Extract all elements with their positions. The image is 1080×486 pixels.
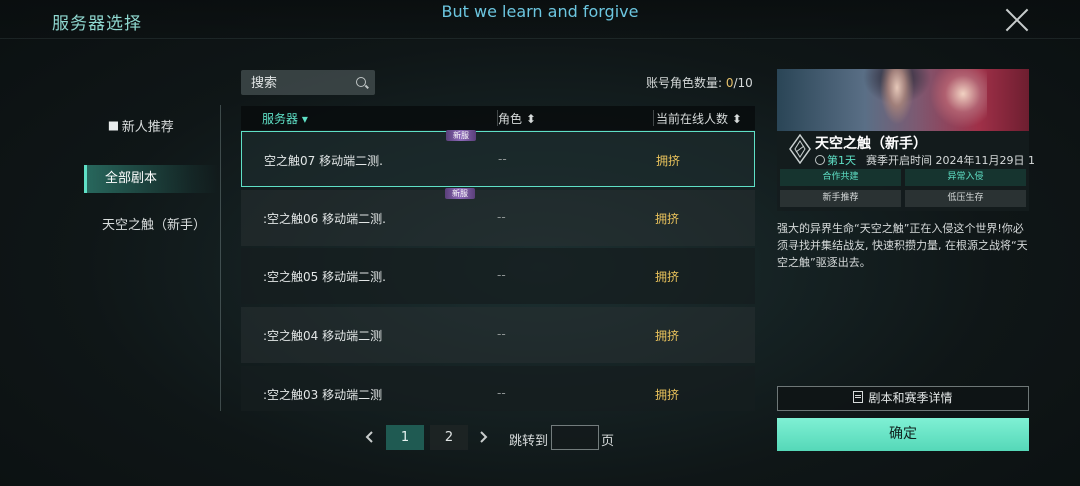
nav-item-new-player[interactable]: ⯀ 新人推荐 — [84, 114, 218, 142]
script-detail-button[interactable]: 剧本和赛季详情 — [777, 386, 1029, 411]
new-server-badge: 新服 — [446, 130, 476, 141]
nav-item-all-scripts[interactable]: 全部剧本 — [84, 165, 218, 193]
prev-page-icon[interactable] — [363, 430, 377, 444]
document-icon — [853, 391, 864, 403]
sort-icon: ⬍ — [731, 112, 742, 126]
banner-figure — [877, 69, 917, 131]
script-detail-label: 剧本和赛季详情 — [868, 391, 953, 405]
server-name: :空之触03 移动端二测 — [263, 388, 383, 402]
server-name: 空之触07 移动端二测. — [264, 154, 383, 168]
page-subtitle: But we learn and forgive — [441, 2, 639, 21]
role-value: -- — [498, 152, 507, 166]
account-role-count-label: 账号角色数量: — [646, 76, 726, 90]
tag-newbie: 新手推荐 — [780, 190, 901, 207]
online-status: 拥挤 — [655, 212, 680, 226]
account-role-count-max: /10 — [733, 76, 753, 90]
table-row[interactable]: :空之触05 移动端二测. -- 拥挤 — [241, 248, 755, 304]
role-value: -- — [497, 386, 506, 400]
nav-item-sky-touch[interactable]: 天空之触（新手） — [84, 212, 218, 240]
next-page-icon[interactable] — [476, 430, 490, 444]
season-day: 第1天 — [827, 154, 856, 167]
column-header-label: 当前在线人数 — [656, 112, 729, 126]
column-divider — [653, 110, 654, 126]
jump-page-suffix: 页 — [601, 434, 615, 449]
header-divider — [0, 38, 1080, 39]
sort-icon: ⬍ — [525, 112, 536, 126]
jump-page-input[interactable] — [551, 425, 599, 450]
account-role-count-current: 0 — [725, 76, 734, 90]
search-box — [241, 70, 375, 95]
column-header-label: 角色 — [498, 112, 523, 126]
table-row[interactable]: 新服 空之触07 移动端二测. -- 拥挤 — [241, 130, 755, 187]
page-button-1[interactable]: 1 — [386, 425, 424, 450]
server-name: :空之触05 移动端二测. — [263, 270, 386, 284]
online-status: 拥挤 — [656, 154, 681, 168]
script-banner-image — [777, 69, 1029, 131]
online-status: 拥挤 — [655, 388, 680, 402]
server-name: :空之触06 移动端二测. — [263, 212, 386, 226]
tag-invasion: 异常入侵 — [905, 169, 1026, 186]
column-header-label: 服务器 — [262, 112, 299, 126]
server-name: :空之触04 移动端二测 — [263, 329, 383, 343]
script-title: 天空之触（新手） — [815, 136, 927, 152]
butterfly-icon: ⯀ — [108, 120, 119, 135]
tag-coop: 合作共建 — [780, 169, 901, 186]
table-header: 服务器 ▾ 角色 ⬍ 当前在线人数 ⬍ — [241, 106, 755, 130]
banner-figure — [927, 69, 987, 131]
sky-touch-logo-icon — [789, 134, 811, 164]
sort-down-icon: ▾ — [301, 112, 308, 126]
season-start-time: 赛季开启时间 2024年11月29日 1 — [866, 154, 1035, 167]
online-status: 拥挤 — [655, 329, 680, 343]
tag-survival: 低压生存 — [905, 190, 1026, 207]
page-button-2[interactable]: 2 — [430, 425, 468, 450]
search-icon[interactable] — [356, 77, 366, 87]
account-role-count: 账号角色数量: 0/10 — [646, 74, 753, 91]
jump-to-label: 跳转到 — [509, 434, 549, 449]
online-status: 拥挤 — [655, 270, 680, 284]
new-server-badge: 新服 — [445, 188, 475, 199]
table-row[interactable]: 新服 :空之触06 移动端二测. -- 拥挤 — [241, 188, 755, 246]
clock-icon — [815, 155, 825, 165]
nav-item-label: 全部剧本 — [105, 171, 158, 186]
nav-item-label: 天空之触（新手） — [102, 218, 207, 233]
confirm-button[interactable]: 确定 — [777, 418, 1029, 451]
script-description: 强大的异界生命“天空之触”正在入侵这个世界!你必须寻找并集结战友, 快速积攒力量… — [777, 222, 1028, 269]
role-value: -- — [497, 268, 506, 282]
role-value: -- — [497, 210, 506, 224]
column-header-role[interactable]: 角色 ⬍ — [498, 110, 536, 127]
search-input[interactable] — [249, 73, 353, 94]
column-header-online[interactable]: 当前在线人数 ⬍ — [656, 110, 742, 127]
category-nav: ⯀ 新人推荐 全部剧本 天空之触（新手） — [84, 105, 221, 411]
close-icon[interactable] — [1004, 7, 1030, 33]
season-info: 第1天 赛季开启时间 2024年11月29日 1 — [815, 152, 1035, 168]
nav-item-label: 新人推荐 — [121, 120, 174, 135]
role-value: -- — [497, 327, 506, 341]
column-header-server[interactable]: 服务器 ▾ — [262, 110, 308, 127]
table-row[interactable]: :空之触03 移动端二测 -- 拥挤 — [241, 366, 755, 411]
table-row[interactable]: :空之触04 移动端二测 -- 拥挤 — [241, 307, 755, 363]
script-info-card: 天空之触（新手） 第1天 赛季开启时间 2024年11月29日 1 合作共建 异常… — [777, 131, 1035, 211]
